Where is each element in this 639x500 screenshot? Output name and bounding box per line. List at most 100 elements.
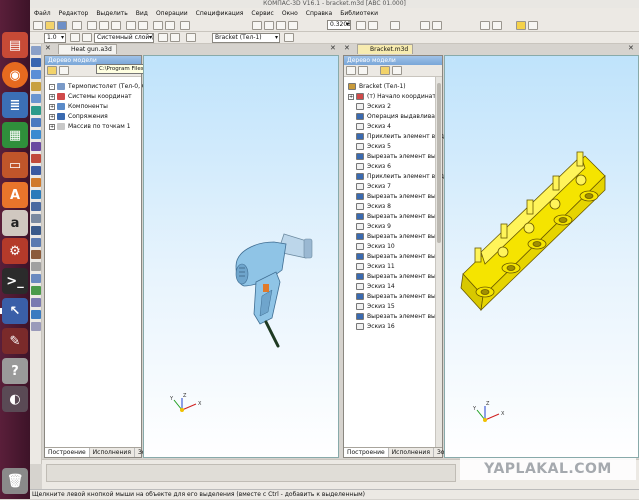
tool-edit-icon[interactable] — [31, 262, 41, 271]
tool-sketch-icon[interactable] — [31, 58, 41, 67]
tool-extra-icon[interactable] — [31, 322, 41, 331]
list-item[interactable]: Вырезать элемент выд — [348, 312, 440, 321]
scroll-thumb[interactable] — [437, 83, 441, 243]
tab-heat-gun[interactable]: Heat gun.a3d — [58, 44, 117, 54]
tree-view-icon[interactable] — [59, 66, 69, 75]
coordinate-system-icon[interactable] — [170, 33, 180, 42]
list-item[interactable]: Эскиз 9 — [348, 222, 391, 231]
settings-icon[interactable]: ⚙ — [2, 238, 28, 264]
open-file-icon[interactable] — [45, 21, 55, 30]
dash-home-icon[interactable]: ▤ — [2, 32, 28, 58]
terminal-icon[interactable]: >_ — [2, 268, 28, 294]
tool-check-icon[interactable] — [31, 286, 41, 295]
tool-weld-icon[interactable] — [31, 250, 41, 259]
menu-select[interactable]: Выделить — [92, 10, 131, 17]
pointer-icon[interactable] — [47, 66, 57, 75]
manager-icon[interactable] — [165, 21, 175, 30]
zoom-window-icon[interactable] — [276, 21, 286, 30]
copy-icon[interactable] — [99, 21, 109, 30]
part-settings-icon[interactable] — [284, 33, 294, 42]
list-item[interactable]: Эскиз 15 — [348, 302, 395, 311]
fit-icon[interactable] — [288, 21, 298, 30]
tree-scrollbar[interactable] — [435, 77, 442, 449]
tool-fillet-icon[interactable] — [31, 106, 41, 115]
tool-spec-icon[interactable] — [31, 214, 41, 223]
list-item[interactable]: Приклеить элемент выд — [348, 172, 444, 181]
pointer-icon[interactable] — [346, 66, 356, 75]
undo-icon[interactable] — [126, 21, 136, 30]
list-item[interactable]: Приклеить элемент выд — [348, 132, 444, 141]
list-item[interactable]: + Массив по точкам 1 — [49, 122, 131, 131]
tool-sheet-icon[interactable] — [31, 238, 41, 247]
tool-mirror-icon[interactable] — [31, 142, 41, 151]
tool-more-icon[interactable] — [31, 298, 41, 307]
orientation-icon[interactable] — [390, 21, 400, 30]
layer-icon[interactable] — [158, 33, 168, 42]
list-item[interactable]: Вырезать элемент выд — [348, 212, 440, 221]
section-icon[interactable] — [492, 21, 502, 30]
list-item[interactable]: Эскиз 8 — [348, 202, 391, 211]
list-item[interactable]: Эскиз 14 — [348, 282, 395, 291]
grid-icon[interactable] — [82, 33, 92, 42]
settings-small-icon[interactable] — [392, 66, 402, 75]
close-left-doc-x-icon[interactable]: ✕ — [330, 44, 336, 52]
zoom-in-icon[interactable] — [252, 21, 262, 30]
kompas-icon[interactable]: ↖ — [2, 298, 28, 324]
display-icon[interactable] — [516, 21, 526, 30]
writer-icon[interactable]: ≣ — [2, 92, 28, 118]
menu-window[interactable]: Окно — [278, 10, 302, 17]
new-file-icon[interactable] — [33, 21, 43, 30]
menu-service[interactable]: Сервис — [247, 10, 277, 17]
perspective-icon[interactable] — [480, 21, 490, 30]
close-left-document-icon[interactable]: ✕ — [45, 44, 51, 52]
tab-versions[interactable]: Исполнения — [90, 448, 135, 457]
list-item[interactable]: Вырезать элемент выд — [348, 292, 440, 301]
menu-file[interactable]: Файл — [30, 10, 55, 17]
print-icon[interactable] — [72, 21, 82, 30]
trash-icon[interactable]: 🗑 — [2, 468, 28, 494]
tool-lib-icon[interactable] — [31, 310, 41, 319]
wireframe-icon[interactable] — [420, 21, 430, 30]
close-right-doc-x-icon[interactable]: ✕ — [628, 44, 634, 52]
list-item[interactable]: + (т) Начало координат — [348, 92, 436, 101]
zoom-combo[interactable]: 0.3208 — [327, 20, 351, 30]
list-item[interactable]: Эскиз 6 — [348, 162, 391, 171]
layer-combo[interactable]: Системный слой ( — [94, 33, 154, 43]
list-item[interactable]: Эскиз 16 — [348, 322, 395, 331]
redo-icon[interactable] — [138, 21, 148, 30]
tool-extrude-icon[interactable] — [31, 70, 41, 79]
orient-icon[interactable] — [186, 33, 196, 42]
impress-icon[interactable]: ▭ — [2, 152, 28, 178]
tool-param-icon[interactable] — [31, 274, 41, 283]
tool-measure-icon[interactable] — [31, 202, 41, 211]
menu-specification[interactable]: Спецификация — [192, 10, 248, 17]
part-combo[interactable]: Bracket (Тел-1) — [212, 33, 280, 43]
list-item[interactable]: Вырезать элемент выд — [348, 152, 440, 161]
menu-edit[interactable]: Редактор — [55, 10, 93, 17]
tool-select-icon[interactable] — [31, 46, 41, 55]
workspace-icon[interactable]: ◐ — [2, 386, 28, 412]
snap-icon[interactable] — [70, 33, 80, 42]
list-item[interactable]: Эскиз 11 — [348, 262, 395, 271]
tab-bracket[interactable]: Bracket.m3d — [357, 44, 414, 54]
list-item[interactable]: Эскиз 10 — [348, 242, 395, 251]
zoom-out-icon[interactable] — [264, 21, 274, 30]
scale-combo[interactable]: 1.0 — [44, 33, 66, 43]
list-item[interactable]: + Системы координат — [49, 92, 132, 101]
list-item[interactable]: + Сопряжения — [49, 112, 108, 121]
list-item[interactable]: Эскиз 5 — [348, 142, 391, 151]
software-center-icon[interactable]: A — [2, 182, 28, 208]
tool-cut-icon[interactable] — [31, 94, 41, 103]
paste-icon[interactable] — [111, 21, 121, 30]
list-item[interactable]: Операция выдавливан — [348, 112, 439, 121]
tool-axis-icon[interactable] — [31, 166, 41, 175]
properties-icon[interactable] — [153, 21, 163, 30]
amazon-icon[interactable]: a — [2, 210, 28, 236]
list-item[interactable]: Вырезать элемент выд — [348, 252, 440, 261]
left-3d-viewport[interactable]: X Y Z — [143, 55, 339, 458]
filter-icon[interactable] — [380, 66, 390, 75]
close-right-document-icon[interactable]: ✕ — [344, 44, 350, 52]
tool-rotate-icon[interactable] — [31, 82, 41, 91]
list-item[interactable]: - Термопистолет (Тел-0, Обо) — [49, 82, 156, 91]
wine-icon[interactable]: ✎ — [2, 328, 28, 354]
